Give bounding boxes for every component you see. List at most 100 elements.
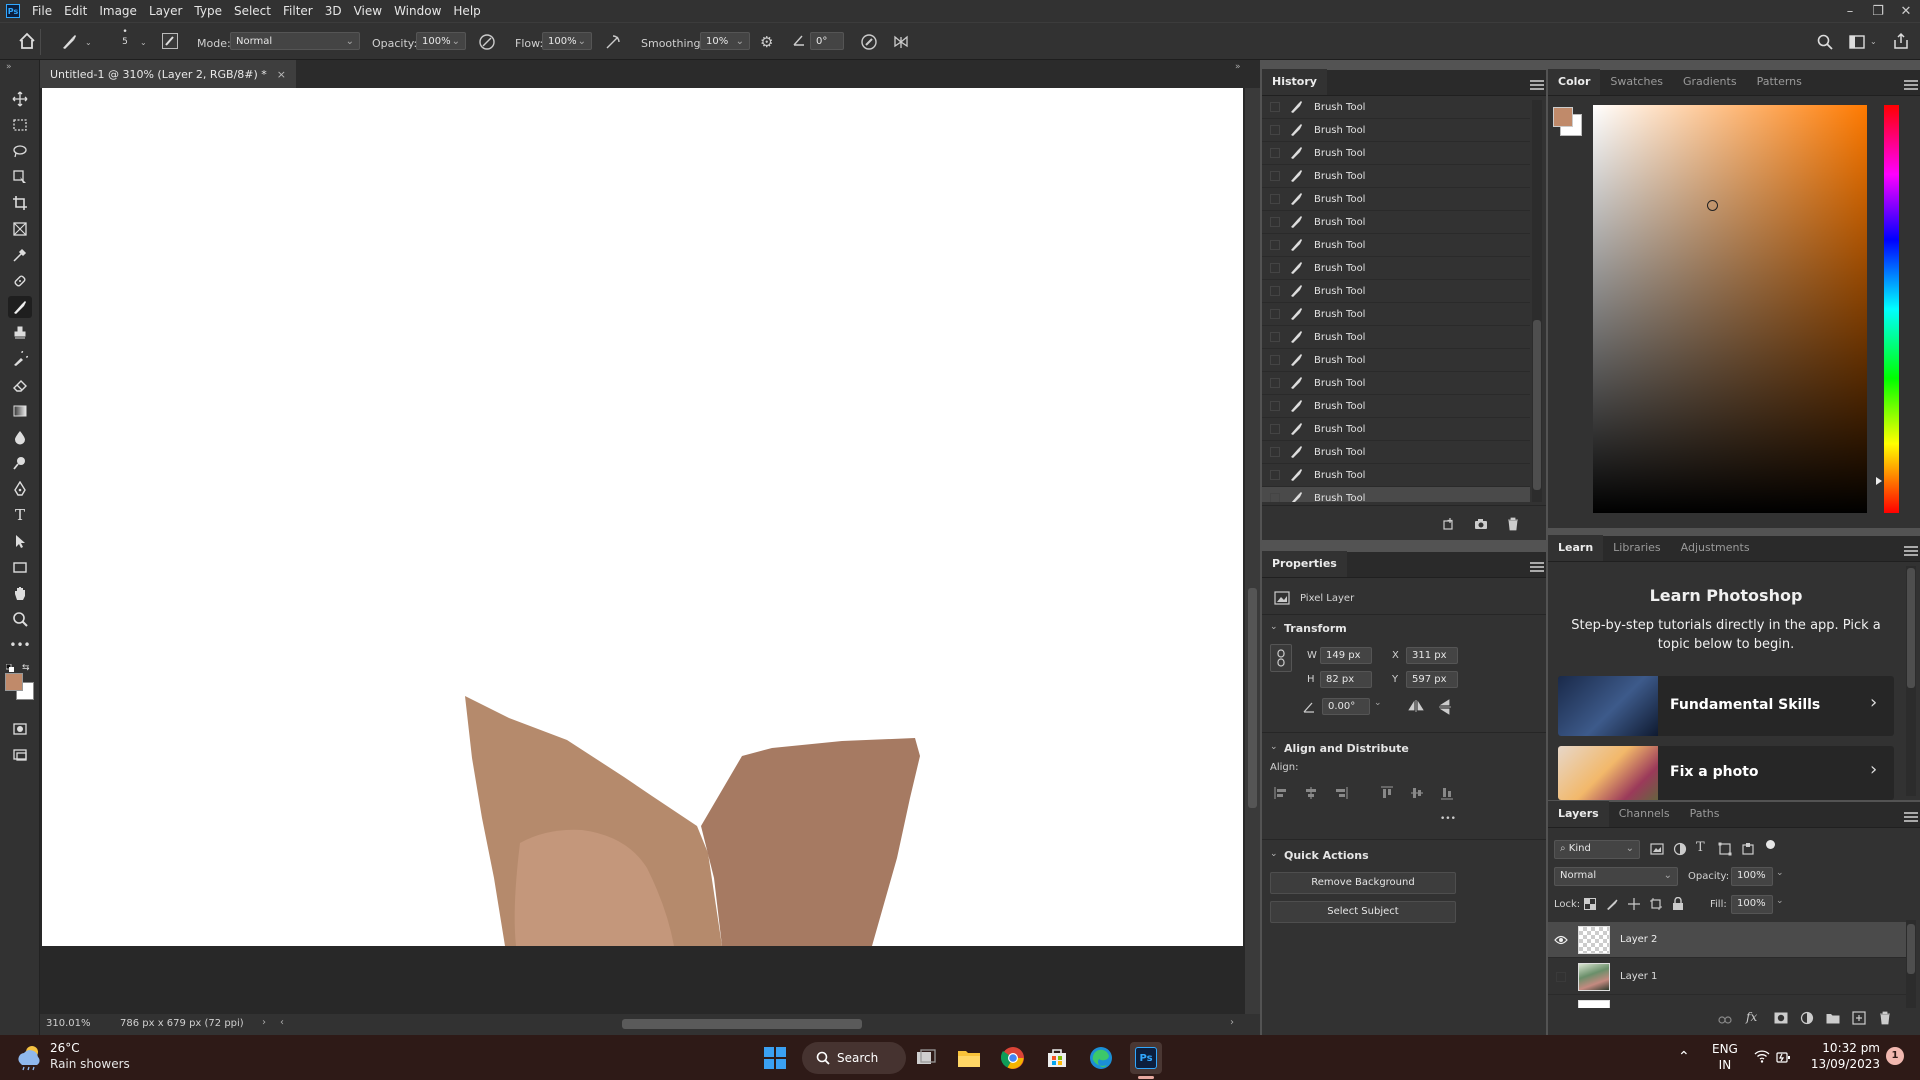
history-brush-source-checkbox[interactable]: [1270, 309, 1280, 319]
history-state-row[interactable]: Brush Tool: [1262, 165, 1530, 188]
menu-file[interactable]: File: [26, 0, 58, 22]
brush-angle-field[interactable]: 0°: [810, 32, 844, 50]
layer-row-background[interactable]: [1548, 996, 1906, 1008]
scroll-thumb[interactable]: [1248, 588, 1257, 808]
task-view-icon[interactable]: [911, 1043, 941, 1073]
home-icon[interactable]: [18, 32, 36, 50]
layer-filter-kind-select[interactable]: ⌕ Kind ⌄: [1554, 840, 1640, 859]
more-align-options-icon[interactable]: •••: [1440, 814, 1456, 824]
blend-mode-select[interactable]: Normal ⌄: [1554, 867, 1678, 886]
lock-all-icon[interactable]: [1672, 897, 1684, 910]
align-top-icon[interactable]: [1380, 786, 1394, 800]
history-panel-menu-icon[interactable]: [1530, 80, 1544, 90]
learn-scrollbar[interactable]: [1906, 566, 1916, 796]
gradient-tool-icon[interactable]: [8, 400, 32, 422]
color-picker-cursor[interactable]: [1707, 200, 1718, 211]
airbrush-icon[interactable]: [604, 33, 622, 51]
history-brush-source-checkbox[interactable]: [1270, 378, 1280, 388]
move-tool-icon[interactable]: [8, 88, 32, 110]
menu-help[interactable]: Help: [447, 0, 486, 22]
link-layers-icon[interactable]: [1718, 1015, 1732, 1025]
history-brush-source-checkbox[interactable]: [1270, 470, 1280, 480]
y-field[interactable]: 597 px: [1406, 671, 1458, 688]
history-brush-source-checkbox[interactable]: [1270, 401, 1280, 411]
show-hidden-icons-chevron[interactable]: ⌃: [1678, 1049, 1690, 1065]
visibility-toggle-empty[interactable]: [1548, 971, 1574, 982]
history-brush-source-checkbox[interactable]: [1270, 286, 1280, 296]
filter-type-icon[interactable]: T: [1696, 840, 1705, 855]
fix-a-photo-card[interactable]: Fix a photo ›: [1558, 746, 1894, 800]
brush-tool-icon[interactable]: [8, 296, 32, 318]
tab-adjustments[interactable]: Adjustments: [1671, 535, 1760, 561]
history-brush-source-checkbox[interactable]: [1270, 148, 1280, 158]
pen-tool-icon[interactable]: [8, 478, 32, 500]
hue-slider-handle[interactable]: [1876, 477, 1882, 485]
history-state-row[interactable]: Brush Tool: [1262, 372, 1530, 395]
object-selection-tool-icon[interactable]: [8, 166, 32, 188]
flip-vertical-icon[interactable]: [1438, 699, 1452, 715]
history-state-row[interactable]: Brush Tool: [1262, 487, 1530, 502]
menu-select[interactable]: Select: [228, 0, 277, 22]
select-subject-button[interactable]: Select Subject: [1270, 901, 1456, 923]
menu-window[interactable]: Window: [388, 0, 447, 22]
align-collapse-icon[interactable]: ⌄: [1270, 742, 1278, 752]
opacity-field[interactable]: 100% ⌄: [416, 32, 466, 50]
temperature[interactable]: 26°C: [50, 1041, 80, 1055]
layer-opacity-dropdown-icon[interactable]: ⌄: [1776, 868, 1784, 878]
align-section-title[interactable]: Align and Distribute: [1284, 742, 1409, 755]
lock-transparent-pixels-icon[interactable]: [1584, 898, 1596, 910]
hue-slider[interactable]: [1884, 105, 1899, 513]
history-brush-source-checkbox[interactable]: [1270, 125, 1280, 135]
history-state-row[interactable]: Brush Tool: [1262, 441, 1530, 464]
link-dimensions-icon[interactable]: [1270, 644, 1292, 672]
canvas[interactable]: [42, 88, 1243, 946]
flow-field[interactable]: 100% ⌄: [542, 32, 592, 50]
menu-type[interactable]: Type: [188, 0, 228, 22]
tab-color[interactable]: Color: [1548, 69, 1601, 95]
tab-patterns[interactable]: Patterns: [1747, 69, 1812, 95]
vertical-scrollbar[interactable]: [1245, 88, 1260, 1014]
tab-layers[interactable]: Layers: [1548, 801, 1609, 827]
history-brush-source-checkbox[interactable]: [1270, 332, 1280, 342]
more-tools-icon[interactable]: •••: [8, 634, 32, 656]
layer-row-layer-2[interactable]: Layer 2: [1548, 922, 1906, 958]
menu-filter[interactable]: Filter: [277, 0, 319, 22]
history-brush-source-checkbox[interactable]: [1270, 194, 1280, 204]
menu-edit[interactable]: Edit: [58, 0, 93, 22]
x-field[interactable]: 311 px: [1406, 647, 1458, 664]
file-explorer-icon[interactable]: [954, 1043, 984, 1073]
layers-panel-menu-icon[interactable]: [1904, 812, 1918, 822]
history-state-row[interactable]: Brush Tool: [1262, 119, 1530, 142]
wifi-icon[interactable]: [1754, 1049, 1770, 1063]
delete-state-trash-icon[interactable]: [1506, 517, 1520, 531]
history-state-row[interactable]: Brush Tool: [1262, 188, 1530, 211]
new-layer-icon[interactable]: [1852, 1011, 1866, 1025]
history-brush-source-checkbox[interactable]: [1270, 171, 1280, 181]
history-state-row[interactable]: Brush Tool: [1262, 96, 1530, 119]
history-brush-source-checkbox[interactable]: [1270, 263, 1280, 273]
transform-collapse-icon[interactable]: ⌄: [1270, 622, 1278, 632]
history-state-row[interactable]: Brush Tool: [1262, 418, 1530, 441]
new-document-from-state-icon[interactable]: [1442, 517, 1456, 531]
transform-section-title[interactable]: Transform: [1284, 622, 1347, 635]
history-state-row[interactable]: Brush Tool: [1262, 211, 1530, 234]
history-brush-source-checkbox[interactable]: [1270, 493, 1280, 502]
filter-adjustment-icon[interactable]: [1673, 842, 1687, 856]
lock-artboard-icon[interactable]: [1650, 898, 1662, 910]
clock-time[interactable]: 10:32 pm: [1810, 1041, 1880, 1055]
menu-view[interactable]: View: [348, 0, 388, 22]
type-tool-icon[interactable]: T: [8, 504, 32, 526]
history-brush-source-checkbox[interactable]: [1270, 447, 1280, 457]
symmetry-butterfly-icon[interactable]: [892, 33, 910, 51]
swap-colors-icon[interactable]: ⇆: [22, 663, 30, 673]
zoom-tool-icon[interactable]: [8, 608, 32, 630]
properties-panel-menu-icon[interactable]: [1530, 562, 1544, 572]
angle-dropdown-icon[interactable]: ⌄: [1374, 698, 1382, 708]
zoom-level[interactable]: 310.01%: [46, 1018, 91, 1029]
learn-scroll-thumb[interactable]: [1907, 568, 1915, 688]
close-window-button[interactable]: ✕: [1892, 0, 1920, 22]
status-menu-arrow-icon[interactable]: ›: [262, 1017, 266, 1028]
layer-style-fx-icon[interactable]: fx: [1746, 1010, 1757, 1024]
close-document-icon[interactable]: ×: [277, 68, 286, 81]
scroll-right-icon[interactable]: ›: [1230, 1017, 1234, 1028]
